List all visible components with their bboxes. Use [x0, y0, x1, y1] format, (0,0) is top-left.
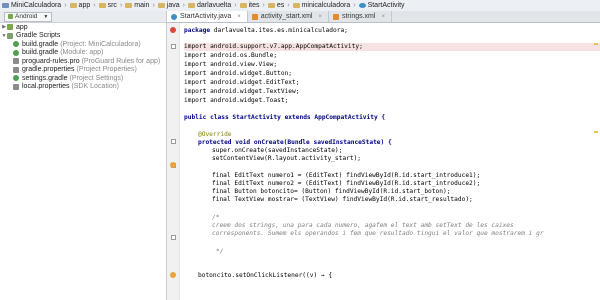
tree-item-build-gradle-module[interactable]: build.gradle (Module: app)	[0, 49, 166, 58]
code-line-super: super.onCreate(savedInstanceState);	[212, 147, 343, 154]
java-class-icon	[358, 3, 366, 8]
code-line-import-2: import android.os.Bundle;	[184, 52, 278, 59]
code-line-decl-botoncito: final Button botoncito= (Button) findVie…	[212, 188, 451, 195]
code-line-import-3: import android.view.View;	[184, 61, 278, 68]
fold-toggle-icon[interactable]	[171, 139, 176, 144]
code-editor[interactable]: package darlavuelta.ites.es.minicalculad…	[167, 23, 600, 300]
tree-item-local-properties[interactable]: local.properties (SDK Location)	[0, 83, 166, 92]
breadcrumb-item-darlavuelta[interactable]: darlavuelta	[186, 0, 233, 11]
code-line-comment-open: /*	[212, 214, 220, 221]
code-line-package: package darlavuelta.ites.es.minicalculad…	[184, 27, 348, 34]
tab-strings-xml[interactable]: strings.xml ×	[329, 11, 392, 22]
properties-file-icon	[13, 66, 19, 73]
folder-icon	[239, 3, 247, 8]
code-line-setcontentview: setContentView(R.layout.activity_start);	[212, 155, 362, 162]
close-icon[interactable]: ×	[381, 14, 385, 20]
breadcrumb-item-src[interactable]: src	[97, 0, 119, 11]
folder-icon	[125, 3, 133, 8]
tree-item-settings-gradle[interactable]: settings.gradle (Project Settings)	[0, 74, 166, 83]
editor-gutter[interactable]	[167, 23, 180, 300]
close-icon[interactable]: ×	[318, 14, 322, 20]
breadcrumb-item-es[interactable]: es	[266, 0, 286, 11]
code-line-oncreate: protected void onCreate(Bundle savedInst…	[198, 139, 392, 146]
override-marker-icon[interactable]	[170, 162, 176, 168]
android-icon	[8, 14, 13, 19]
xml-file-icon	[251, 13, 258, 20]
code-line-class-declaration: public class StartActivity extends AppCo…	[184, 114, 386, 121]
app-module-icon	[7, 24, 13, 31]
chevron-down-icon: ▼	[43, 13, 49, 20]
tree-item-app[interactable]: ▶ app	[0, 23, 166, 32]
gradle-file-icon	[13, 49, 19, 56]
warning-stripe-marker[interactable]	[594, 131, 598, 133]
breadcrumb-item-main[interactable]: main	[123, 0, 151, 11]
project-folder-icon	[2, 3, 9, 8]
code-line-import-6: import android.widget.TextView;	[184, 88, 300, 95]
gradle-file-icon	[13, 75, 19, 82]
close-icon[interactable]: ×	[237, 14, 241, 20]
folder-icon	[187, 3, 195, 8]
code-line-import-4: import android.widget.Button;	[184, 70, 293, 77]
code-line-decl-numero2: final EditText numero2 = (EditText) find…	[212, 180, 481, 187]
error-marker-icon[interactable]	[170, 27, 176, 33]
fold-toggle-icon[interactable]	[171, 235, 176, 240]
project-tree: ▶ app ▼ Gradle Scripts build.gradle (Pro…	[0, 23, 166, 91]
gradle-scripts-icon	[7, 32, 13, 39]
java-class-icon	[171, 13, 177, 20]
tree-item-proguard-rules[interactable]: proguard-rules.pro (ProGuard Rules for a…	[0, 57, 166, 66]
tab-startactivity-java[interactable]: StartActivity.java ×	[167, 11, 248, 22]
breadcrumb-item-java[interactable]: java	[156, 0, 182, 11]
code-line-decl-mostrar: final TextView mostrar= (TextView) findV…	[212, 196, 473, 203]
code-line-comment-1: creem dos strings, una para cada numero,…	[212, 222, 514, 229]
code-line-comment-2: corresponents. Sumem els operandos i fem…	[212, 230, 544, 237]
tab-activity-start-xml[interactable]: activity_start.xml ×	[248, 11, 329, 22]
code-line-import-5: import android.widget.EditText;	[184, 79, 300, 86]
code-line-listener: botoncito.setOnClickListener((v) → {	[198, 272, 333, 279]
code-line-decl-numero1: final EditText numero1 = (EditText) find…	[212, 172, 481, 179]
tree-item-build-gradle-project[interactable]: build.gradle (Project: MiniCalculadora)	[0, 40, 166, 49]
editor-tabs: StartActivity.java × activity_start.xml …	[167, 11, 600, 23]
properties-file-icon	[13, 83, 19, 90]
lambda-marker-icon[interactable]	[170, 272, 176, 278]
folder-icon	[157, 3, 165, 8]
tree-item-gradle-properties[interactable]: gradle.properties (Project Properties)	[0, 66, 166, 75]
fold-toggle-icon[interactable]	[171, 44, 176, 49]
proguard-file-icon	[13, 58, 19, 65]
breadcrumb-item-app[interactable]: app	[68, 0, 93, 11]
breadcrumb-item-project[interactable]: MiniCalculadora	[0, 0, 63, 11]
project-panel: Android ▼ ▶ app ▼ Gradle Scripts build.g…	[0, 11, 167, 300]
code-line-override: @Override	[198, 131, 232, 138]
code-line-import-1: import android.support.v7.app.AppCompatA…	[184, 43, 600, 51]
breadcrumb-item-ites[interactable]: ites	[238, 0, 262, 11]
gradle-file-icon	[13, 41, 19, 48]
xml-file-icon	[332, 13, 339, 20]
package-name: darlavuelta.ites.es.minicalculadora;	[210, 27, 348, 34]
folder-icon	[69, 3, 77, 8]
folder-icon	[292, 3, 300, 8]
folder-icon	[98, 3, 106, 8]
folder-icon	[267, 3, 275, 8]
project-panel-header: Android ▼	[0, 11, 166, 23]
breadcrumb-item-startactivity[interactable]: StartActivity	[357, 0, 407, 11]
code-line-comment-close: */	[216, 248, 224, 255]
tree-item-gradle-scripts[interactable]: ▼ Gradle Scripts	[0, 32, 166, 41]
breadcrumb-item-minicalculadora[interactable]: minicalculadora	[291, 0, 353, 11]
code-line-import-7: import android.widget.Toast;	[184, 97, 289, 104]
error-stripe-marker[interactable]	[594, 43, 598, 45]
project-view-selector[interactable]: Android ▼	[4, 11, 53, 22]
